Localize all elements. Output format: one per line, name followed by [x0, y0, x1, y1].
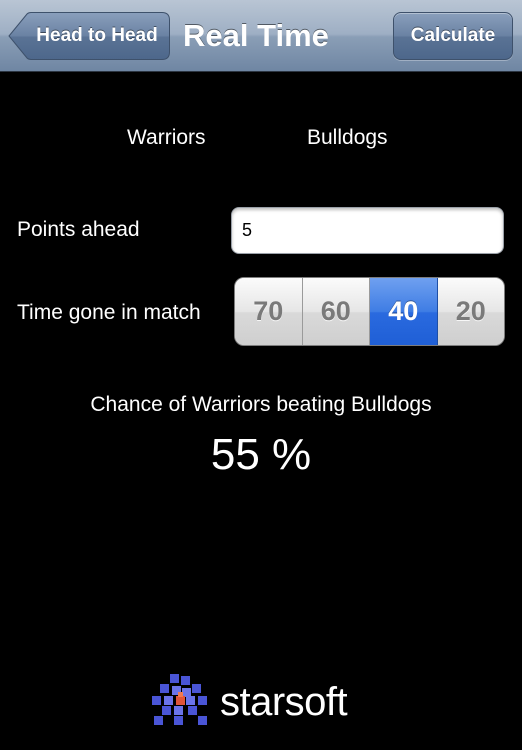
page-title: Real Time — [183, 18, 329, 53]
chance-value: 55 % — [210, 430, 312, 479]
navigation-bar: Head to Head Real Time Calculate — [0, 0, 522, 72]
team-away-label: Bulldogs — [307, 126, 388, 149]
back-button[interactable]: Head to Head — [8, 12, 170, 60]
starsoft-logo-text: starsoft — [220, 680, 348, 724]
time-gone-label: Time gone in match — [17, 301, 201, 324]
time-option-60[interactable]: 60 — [302, 278, 370, 345]
chance-label: Chance of Warriors beating Bulldogs — [90, 393, 432, 416]
points-ahead-label: Points ahead — [17, 218, 140, 241]
calculate-button[interactable]: Calculate — [393, 12, 513, 60]
time-option-70[interactable]: 70 — [235, 278, 303, 345]
starsoft-logo-icon — [152, 674, 207, 725]
starsoft-logo: starsoft — [148, 670, 378, 736]
time-option-40[interactable]: 40 — [370, 278, 438, 345]
time-option-20[interactable]: 20 — [437, 278, 504, 345]
time-gone-segmented-control: 70 60 40 20 — [234, 277, 505, 346]
back-button-label: Head to Head — [36, 25, 158, 46]
team-home-label: Warriors — [127, 126, 206, 149]
points-ahead-input[interactable] — [231, 207, 504, 254]
